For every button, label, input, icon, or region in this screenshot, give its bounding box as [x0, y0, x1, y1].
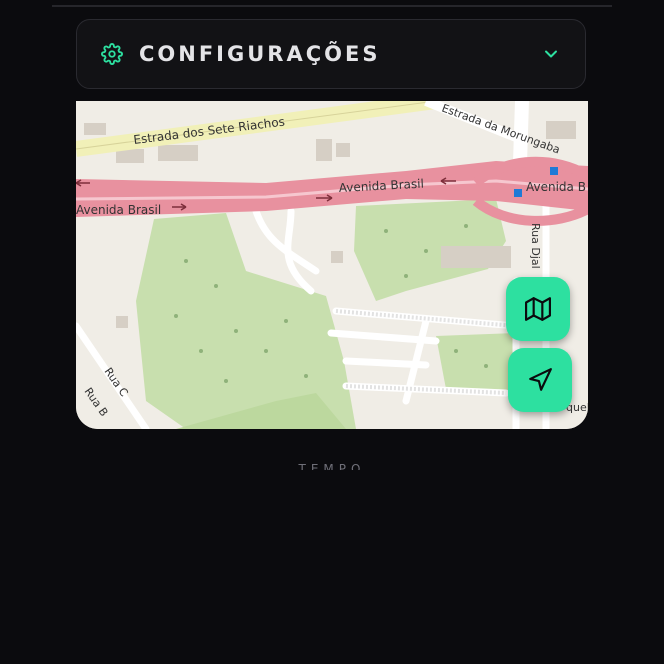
map-label-rua-djal: Rua Djal [529, 223, 542, 269]
locate-me-button[interactable] [508, 348, 572, 412]
gear-icon [101, 43, 123, 65]
top-divider [52, 5, 612, 7]
chevron-down-icon[interactable] [541, 44, 561, 64]
map-layer-button[interactable] [506, 277, 570, 341]
map-icon [525, 297, 551, 321]
settings-accordion-header[interactable]: CONFIGURAÇÕES [76, 19, 586, 89]
section-label-tempo: TEMPO [298, 462, 366, 470]
map-label-avenida-brasil-left: Avenida Brasil [76, 203, 161, 217]
map-view[interactable]: Estrada dos Sete Riachos Estrada da Moru… [76, 101, 588, 429]
navigation-arrow-icon [529, 368, 552, 391]
map-label-avenida-right: Avenida B [526, 180, 586, 194]
settings-title: CONFIGURAÇÕES [139, 42, 381, 66]
